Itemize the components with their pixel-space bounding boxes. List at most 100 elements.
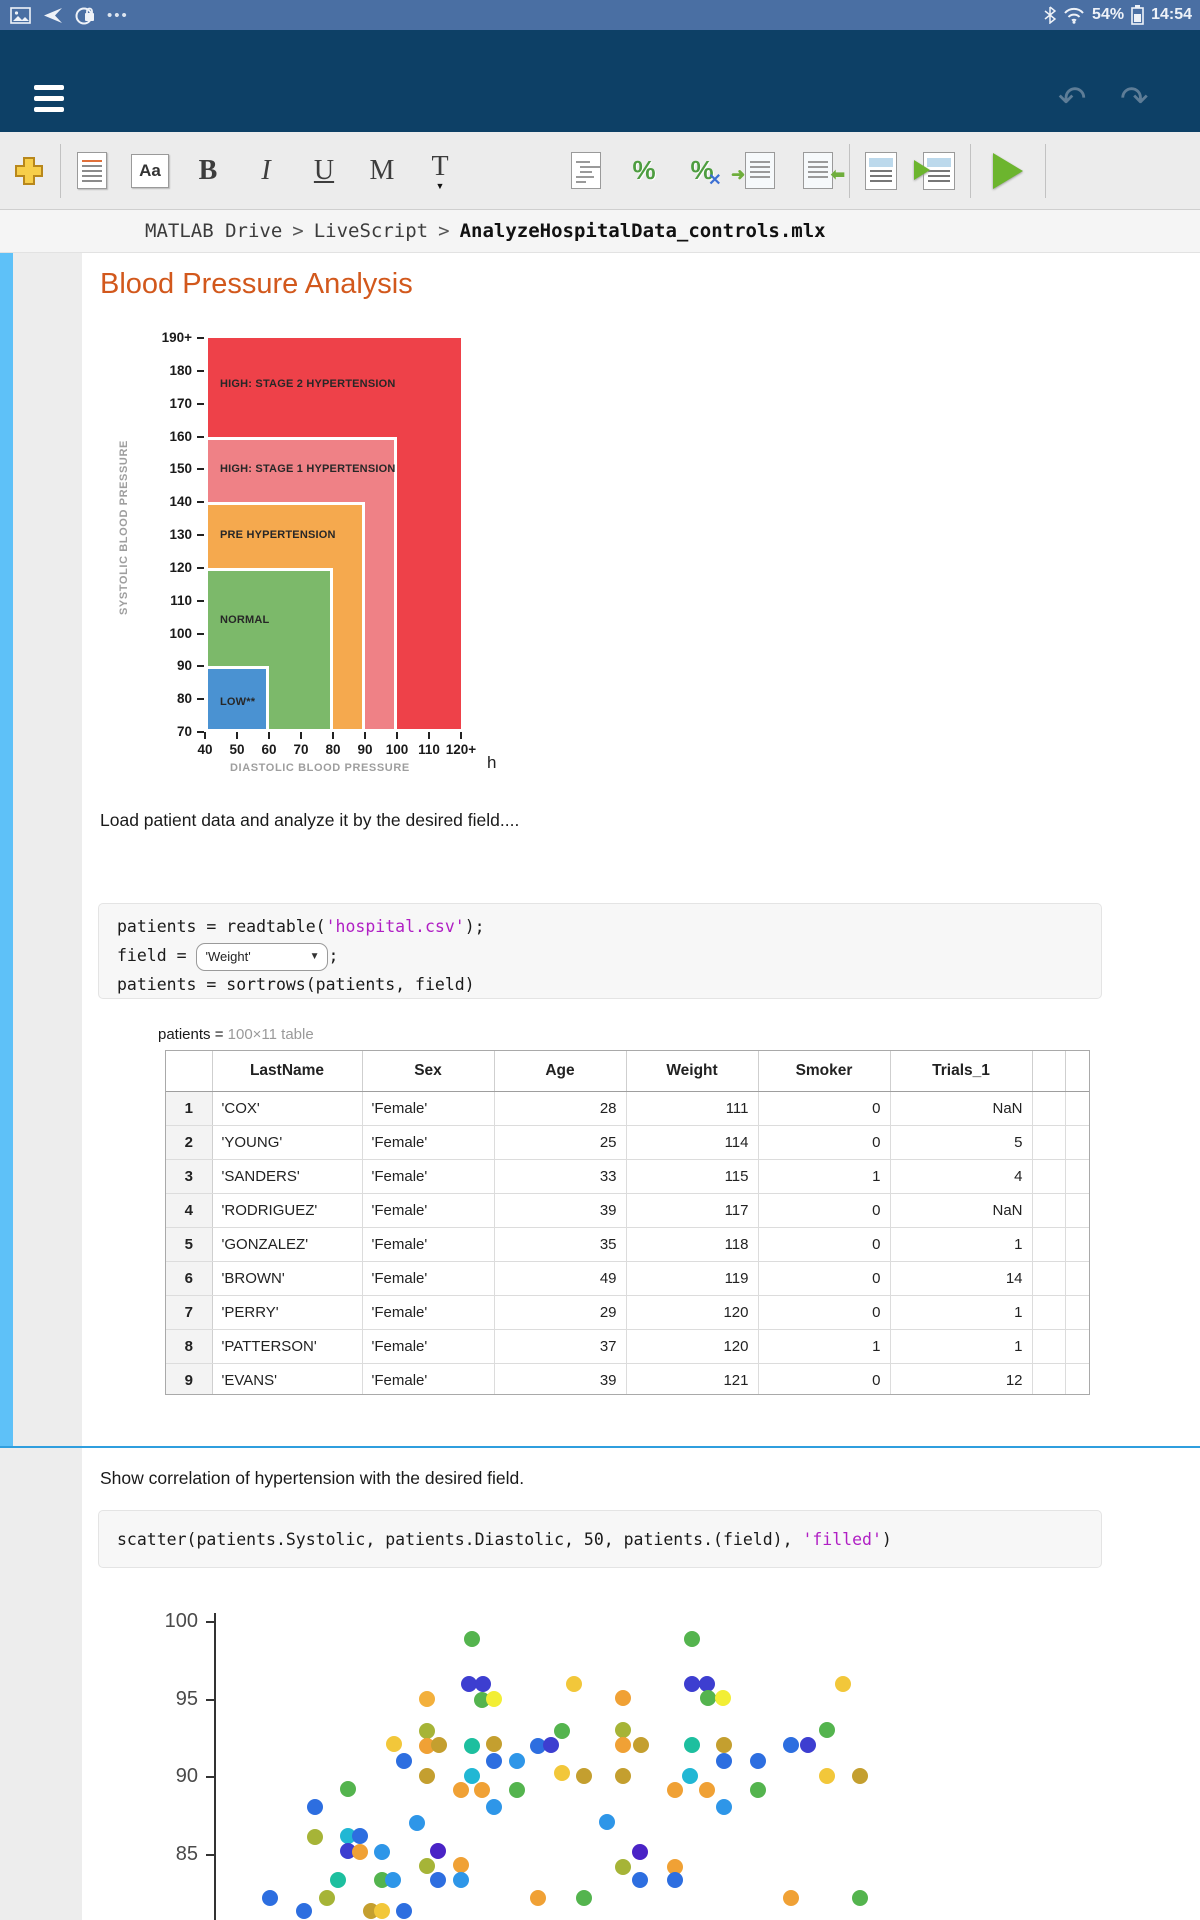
table-header-cell[interactable]: Smoker [757, 1051, 890, 1092]
scatter-point [716, 1799, 732, 1815]
scatter-ytick [206, 1621, 215, 1623]
table-row[interactable]: 3 'SANDERS' 'Female' 33 115 1 4 [166, 1159, 1089, 1194]
bp-ytick-label: 130 [169, 527, 192, 542]
undo-icon[interactable]: ↶ [1058, 82, 1087, 116]
text-style-button[interactable] [63, 132, 121, 209]
insert-section-button[interactable] [852, 132, 910, 209]
scatter-point [852, 1768, 868, 1784]
monospace-button[interactable]: M [353, 132, 411, 209]
bp-xtick [428, 732, 430, 739]
bp-ytick [197, 665, 204, 668]
text-format-button[interactable]: T ▼ [411, 132, 469, 209]
bp-xtick [460, 732, 462, 739]
bp-ytick-label: 80 [176, 691, 192, 707]
editor-gutter [0, 1448, 82, 1920]
table-header-cell[interactable]: Sex [361, 1051, 494, 1092]
code-block-2[interactable]: scatter(patients.Systolic, patients.Dias… [98, 1510, 1102, 1568]
bp-ytick-label: 140 [169, 494, 192, 510]
table-header-cell[interactable]: Trials_1 [889, 1051, 1032, 1092]
bold-button[interactable]: B [179, 132, 237, 209]
battery-percent-label: 54% [1092, 6, 1125, 23]
code-line[interactable]: field = 'Weight' ▼; [117, 941, 1101, 971]
scatter-point [419, 1691, 435, 1707]
editor-toolbar: Aa B I U M T ▼ % % ✕ ➜ ⬅ [0, 132, 1200, 210]
table-row[interactable]: 6 'BROWN' 'Female' 49 119 0 14 [166, 1261, 1089, 1296]
outdent-button[interactable]: ⬅ [789, 132, 847, 209]
scatter-point [453, 1857, 469, 1873]
run-button[interactable] [973, 132, 1043, 209]
scatter-point [419, 1858, 435, 1874]
bp-xtick [300, 732, 302, 739]
scatter-point [783, 1737, 799, 1753]
italic-button[interactable]: I [237, 132, 295, 209]
scatter-ytick-label: 85 [175, 1842, 198, 1865]
table-header-cell[interactable] [1064, 1051, 1089, 1092]
run-section-button[interactable] [910, 132, 968, 209]
scatter-point [307, 1799, 323, 1815]
bp-xtick-label: 40 [197, 742, 213, 757]
menu-icon[interactable] [34, 85, 64, 118]
scatter-ytick-label: 90 [175, 1765, 198, 1787]
bp-region [205, 666, 269, 732]
bp-ytick [197, 337, 204, 339]
scatter-point [475, 1676, 491, 1692]
bp-xtick-label: 120+ [445, 742, 477, 757]
breadcrumb-separator: > [292, 220, 304, 242]
indent-button[interactable]: ➜ [731, 132, 789, 209]
table-row[interactable]: 1 'COX' 'Female' 28 111 0 NaN [166, 1091, 1089, 1126]
bp-ytick-label: 180 [169, 362, 192, 378]
add-button[interactable] [0, 132, 58, 209]
code-line[interactable]: patients = sortrows(patients, field) [117, 970, 1101, 999]
comment-button[interactable]: % [615, 132, 673, 209]
bp-ytick-label: 110 [170, 592, 192, 608]
scatter-point [750, 1782, 766, 1798]
code-line[interactable]: patients = readtable('hospital.csv'); [117, 912, 1101, 941]
play-icon [914, 159, 930, 180]
redo-icon[interactable]: ↷ [1120, 82, 1149, 116]
scatter-ytick [206, 1776, 215, 1778]
scatter-point [319, 1890, 335, 1906]
uncomment-button[interactable]: % ✕ [673, 132, 731, 209]
underline-button[interactable]: U [295, 132, 353, 209]
scatter-point [464, 1768, 480, 1784]
run-icon [993, 152, 1023, 189]
table-header-cell[interactable]: Weight [625, 1051, 758, 1092]
table-row[interactable]: 4 'RODRIGUEZ' 'Female' 39 117 0 NaN [166, 1193, 1089, 1228]
breadcrumb-root[interactable]: MATLAB Drive [145, 220, 282, 242]
field-dropdown[interactable]: 'Weight' ▼ [196, 942, 329, 971]
table-row[interactable]: 8 'PATTERSON' 'Female' 37 120 1 1 [166, 1329, 1089, 1364]
chevron-down-icon: ▼ [309, 950, 320, 962]
bp-xtick [332, 732, 334, 739]
patients-table[interactable]: LastName Sex Age Weight Smoker Trials_1 1 'COX'… [165, 1050, 1090, 1395]
code-block-1[interactable]: patients = readtable('hospital.csv'); fie… [98, 903, 1102, 999]
breadcrumb-separator: > [438, 220, 450, 242]
scatter-point [530, 1890, 546, 1906]
chevron-down-icon: ▼ [435, 180, 445, 191]
scatter-point [262, 1890, 278, 1906]
table-header-cell[interactable] [166, 1051, 212, 1092]
bp-xtick-label: 90 [357, 742, 373, 757]
page-title: Blood Pressure Analysis [100, 268, 413, 300]
table-row[interactable]: 5 'GONZALEZ' 'Female' 35 118 0 1 [166, 1227, 1089, 1262]
bp-ytick-label: 170 [169, 395, 192, 411]
bp-ytick [197, 599, 204, 602]
breadcrumb-folder[interactable]: LiveScript [314, 220, 428, 242]
table-header-cell[interactable]: Age [493, 1051, 626, 1092]
output-var-name: patients = [158, 1026, 228, 1043]
table-row[interactable]: 2 'YOUNG' 'Female' 25 114 0 5 [166, 1125, 1089, 1160]
scatter-point [716, 1737, 732, 1753]
table-row[interactable]: 9 'EVANS' 'Female' 39 121 0 12 [166, 1363, 1089, 1394]
code-line[interactable]: scatter(patients.Systolic, patients.Dias… [117, 1525, 892, 1554]
scatter-point [667, 1782, 683, 1798]
status-bar: ••• 54% 14:54 [0, 0, 1200, 30]
code-example-button[interactable] [557, 132, 615, 209]
table-row[interactable]: 7 'PERRY' 'Female' 29 120 0 1 [166, 1295, 1089, 1330]
bp-xtick [204, 732, 206, 739]
bluetooth-icon [1044, 6, 1057, 24]
table-header-cell[interactable] [1031, 1051, 1065, 1092]
scatter-point [633, 1737, 649, 1753]
scatter-point [486, 1799, 502, 1815]
font-button[interactable]: Aa [121, 132, 179, 209]
table-header-cell[interactable]: LastName [211, 1051, 362, 1092]
scatter-point [352, 1844, 368, 1860]
